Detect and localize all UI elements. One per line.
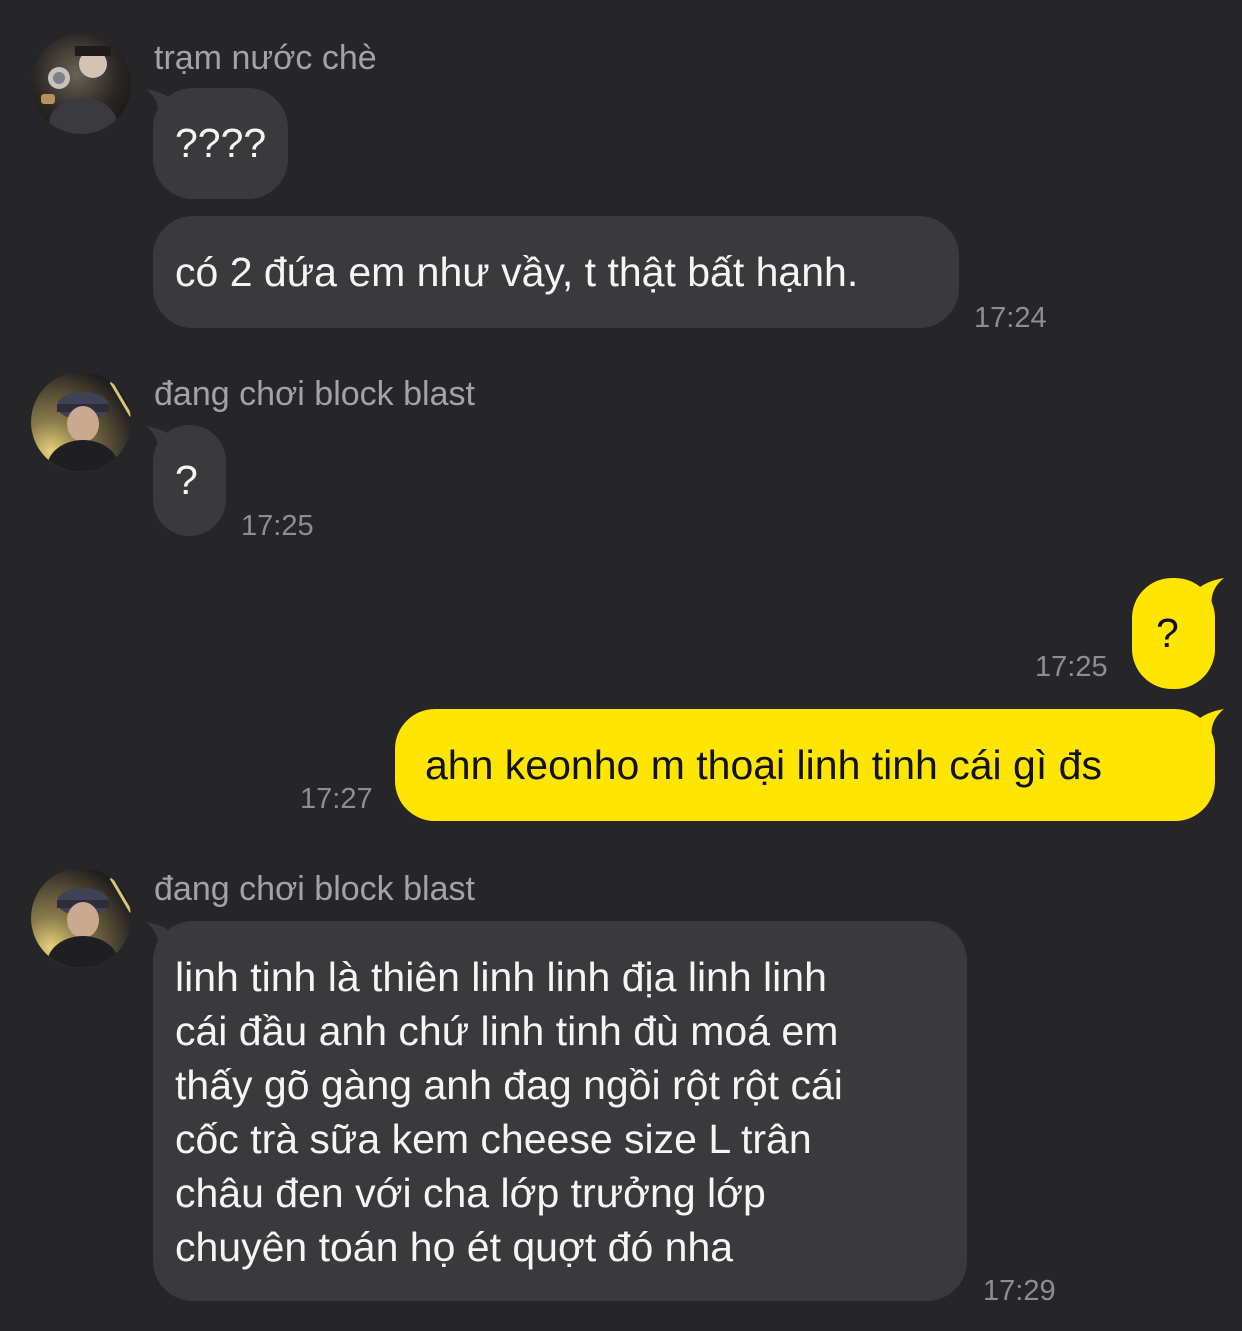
message-timestamp: 17:29 — [983, 1275, 1056, 1307]
message-text: ? — [175, 457, 198, 503]
message-line: chuyên toán họ ét quợt đó nha — [175, 1224, 734, 1270]
message-timestamp: 17:24 — [974, 302, 1047, 334]
message-bubble[interactable]: linh tinh là thiên linh linh địa linh li… — [153, 921, 967, 1301]
message-line: thấy gõ gàng anh đag ngồi rột rột cái — [175, 1062, 843, 1108]
message-line: cái đầu anh chứ linh tinh đù moá em — [175, 1008, 839, 1054]
message-line: châu đen với cha lớp trưởng lớp — [175, 1170, 766, 1216]
avatar[interactable] — [31, 34, 131, 134]
avatar[interactable] — [31, 372, 131, 472]
user-avatar-icon — [31, 372, 131, 472]
message-timestamp: 17:27 — [300, 783, 373, 815]
message-bubble[interactable]: có 2 đứa em như vầy, t thật bất hạnh. — [153, 216, 959, 328]
user-avatar-icon — [31, 34, 131, 134]
message-bubble[interactable]: ???? — [153, 88, 288, 199]
message-line: cốc trà sữa kem cheese size L trân — [175, 1116, 812, 1162]
user-avatar-icon — [31, 868, 131, 968]
chat-thread[interactable]: trạm nước chè ???? có 2 đứa em như vầy, … — [0, 0, 1242, 1331]
message-bubble[interactable]: ? — [153, 425, 226, 536]
sender-name: đang chơi block blast — [154, 870, 475, 908]
message-text: ? — [1156, 610, 1179, 656]
sender-name: đang chơi block blast — [154, 375, 475, 413]
message-line: linh tinh là thiên linh linh địa linh li… — [175, 954, 827, 1000]
message-timestamp: 17:25 — [1035, 651, 1108, 683]
message-text: ahn keonho m thoại linh tinh cái gì đs — [425, 742, 1102, 788]
message-bubble[interactable]: ahn keonho m thoại linh tinh cái gì đs — [395, 709, 1215, 821]
sender-name: trạm nước chè — [154, 39, 377, 77]
message-bubble[interactable]: ? — [1132, 578, 1215, 689]
message-text: có 2 đứa em như vầy, t thật bất hạnh. — [175, 249, 859, 295]
message-timestamp: 17:25 — [241, 510, 314, 542]
avatar[interactable] — [31, 868, 131, 968]
message-text: ???? — [175, 120, 267, 166]
